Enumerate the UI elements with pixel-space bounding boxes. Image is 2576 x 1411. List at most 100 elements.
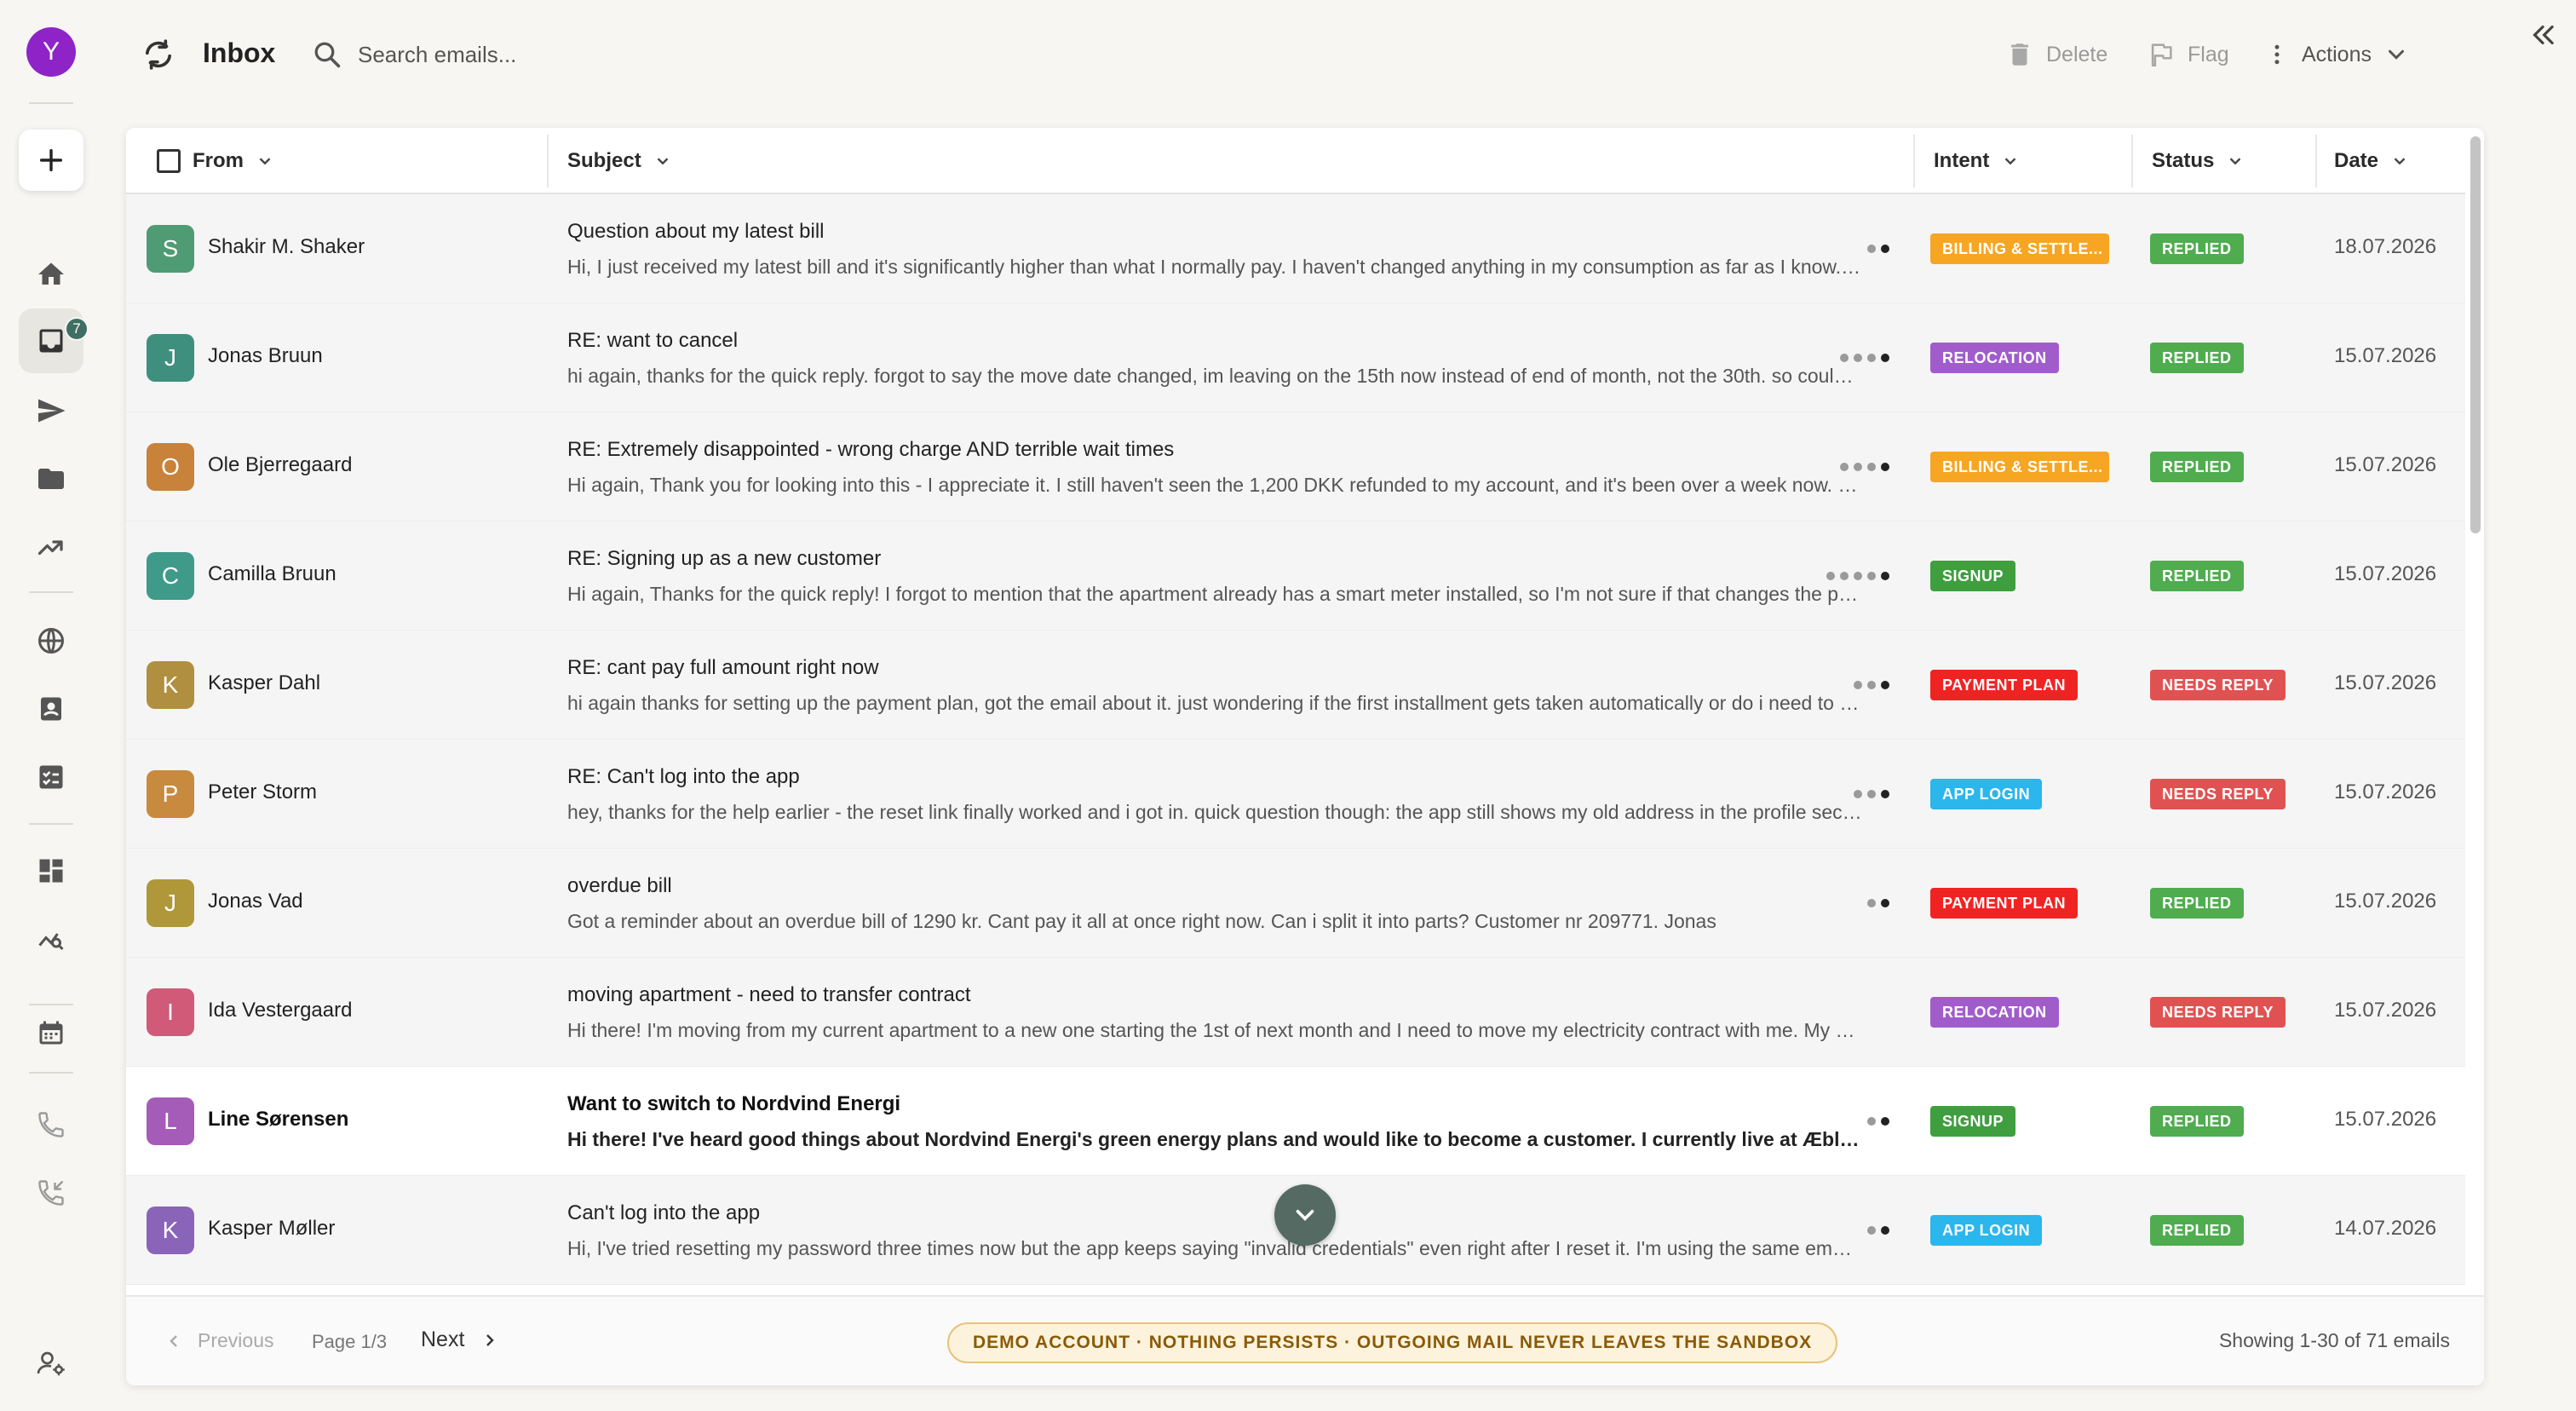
table-header: From Subject Intent Status Date bbox=[126, 128, 2465, 194]
actions-menu-button[interactable]: Actions bbox=[2264, 36, 2409, 73]
email-preview: hi again thanks for setting up the payme… bbox=[567, 692, 1862, 714]
column-date[interactable]: Date bbox=[2334, 128, 2409, 194]
thread-indicator bbox=[1854, 680, 1889, 690]
scroll-down-button[interactable] bbox=[1274, 1184, 1336, 1246]
thread-dot bbox=[1881, 1226, 1889, 1235]
nav-analytics[interactable] bbox=[31, 919, 72, 959]
folder-icon bbox=[38, 469, 64, 489]
email-row[interactable]: L Line Sørensen Want to switch to Nordvind… bbox=[126, 1067, 2465, 1176]
status-badge: REPLIED bbox=[2150, 343, 2244, 373]
column-date-label: Date bbox=[2334, 149, 2379, 172]
intent-tag: RELOCATION bbox=[1930, 997, 2059, 1028]
nav-web[interactable] bbox=[31, 620, 72, 661]
email-date: 15.07.2026 bbox=[2334, 344, 2437, 367]
nav-inbox[interactable]: 7 bbox=[19, 308, 89, 373]
nav-dashboard[interactable] bbox=[31, 850, 72, 891]
thread-dot bbox=[1854, 681, 1862, 689]
column-separator[interactable] bbox=[2131, 135, 2133, 187]
delete-button[interactable]: Delete bbox=[2005, 36, 2107, 73]
task-checklist-icon bbox=[39, 765, 63, 789]
nav-call-log[interactable] bbox=[31, 1172, 72, 1213]
next-page-button[interactable]: Next bbox=[421, 1327, 500, 1352]
thread-dot bbox=[1867, 1226, 1876, 1235]
results-count: Showing 1-30 of 71 emails bbox=[2218, 1329, 2450, 1351]
column-intent[interactable]: Intent bbox=[1934, 128, 2020, 194]
previous-page-button[interactable]: Previous bbox=[164, 1329, 273, 1352]
email-preview: Hi there! I'm moving from my current apa… bbox=[567, 1019, 1862, 1041]
email-preview: Hi again, Thank you for looking into thi… bbox=[567, 474, 1862, 496]
refresh-icon[interactable] bbox=[141, 37, 175, 72]
email-date: 15.07.2026 bbox=[2334, 453, 2437, 476]
globe-icon bbox=[38, 628, 64, 654]
plus-icon bbox=[39, 148, 63, 172]
status-badge: REPLIED bbox=[2150, 561, 2244, 591]
email-row[interactable]: S Shakir M. Shaker Question about my lates… bbox=[126, 194, 2465, 303]
rail-divider bbox=[29, 591, 73, 593]
email-row[interactable]: J Jonas Vad overdue bill Got a reminder abo… bbox=[126, 849, 2465, 958]
chevron-down-icon bbox=[1296, 1209, 1314, 1221]
sender-avatar: O bbox=[147, 443, 194, 491]
nav-sent[interactable] bbox=[31, 390, 72, 431]
thread-dot bbox=[1881, 899, 1889, 907]
thread-indicator bbox=[1867, 898, 1889, 908]
email-date: 15.07.2026 bbox=[2334, 562, 2437, 585]
thread-dot bbox=[1881, 790, 1889, 798]
column-status[interactable]: Status bbox=[2152, 128, 2245, 194]
flag-icon bbox=[2151, 43, 2172, 67]
email-preview: Hi again, Thanks for the quick reply! I … bbox=[567, 583, 1862, 605]
email-preview: Got a reminder about an overdue bill of … bbox=[567, 910, 1716, 932]
email-row[interactable]: K Kasper Dahl RE: cant pay full amount rig… bbox=[126, 631, 2465, 740]
collapse-panel-icon[interactable] bbox=[2527, 19, 2559, 51]
select-all-checkbox[interactable] bbox=[157, 149, 181, 173]
email-row[interactable]: C Camilla Bruun RE: Signing up as a new cu… bbox=[126, 521, 2465, 631]
sender-name: Kasper Møller bbox=[208, 1217, 336, 1240]
email-preview: Hi, I've tried resetting my password thr… bbox=[567, 1237, 1862, 1259]
next-label: Next bbox=[421, 1327, 465, 1351]
nav-calendar[interactable] bbox=[31, 1012, 72, 1053]
email-row[interactable]: J Jonas Bruun RE: want to cancel hi again, … bbox=[126, 303, 2465, 412]
column-separator[interactable] bbox=[1913, 135, 1915, 187]
page-title: Inbox bbox=[203, 37, 276, 68]
sender-avatar: L bbox=[147, 1097, 194, 1145]
email-row[interactable]: O Ole Bjerregaard RE: Extremely disappoint… bbox=[126, 412, 2465, 521]
thread-dot bbox=[1881, 681, 1889, 689]
column-subject[interactable]: Subject bbox=[567, 128, 672, 194]
email-date: 14.07.2026 bbox=[2334, 1217, 2437, 1240]
home-icon bbox=[38, 262, 64, 285]
chevron-down-icon bbox=[2004, 158, 2016, 165]
nav-trends[interactable] bbox=[31, 527, 72, 567]
table-scrollbar[interactable] bbox=[2470, 136, 2481, 533]
thread-dot bbox=[1867, 463, 1876, 471]
status-badge: NEEDS REPLY bbox=[2150, 997, 2286, 1028]
sender-name: Ole Bjerregaard bbox=[208, 453, 353, 476]
thread-dot bbox=[1840, 354, 1849, 362]
compose-button[interactable] bbox=[19, 130, 83, 191]
intent-tag: BILLING & SETTLE... bbox=[1930, 452, 2109, 482]
sender-avatar: I bbox=[147, 988, 194, 1036]
delete-label: Delete bbox=[2046, 42, 2108, 66]
email-row[interactable]: P Peter Storm RE: Can't log into the app he… bbox=[126, 740, 2465, 849]
email-subject: RE: cant pay full amount right now bbox=[567, 656, 879, 679]
nav-tasks[interactable] bbox=[31, 757, 72, 798]
search-input[interactable] bbox=[358, 34, 954, 75]
thread-indicator bbox=[1826, 571, 1889, 581]
user-avatar[interactable]: Y bbox=[26, 27, 76, 77]
thread-dot bbox=[1867, 572, 1876, 580]
nav-contacts[interactable] bbox=[31, 688, 72, 729]
column-from-label: From bbox=[193, 149, 244, 172]
sender-name: Shakir M. Shaker bbox=[208, 235, 365, 258]
calendar-icon bbox=[39, 1021, 63, 1045]
email-row[interactable]: I Ida Vestergaard moving apartment - need … bbox=[126, 958, 2465, 1067]
column-from[interactable]: From bbox=[157, 128, 274, 194]
nav-folders[interactable] bbox=[31, 458, 72, 499]
nav-home[interactable] bbox=[31, 254, 72, 295]
contacts-icon bbox=[41, 697, 61, 721]
flag-button[interactable]: Flag bbox=[2147, 36, 2229, 73]
column-status-label: Status bbox=[2152, 149, 2215, 172]
nav-account-settings[interactable] bbox=[31, 1343, 72, 1384]
nav-calls[interactable] bbox=[31, 1104, 72, 1145]
sender-name: Ida Vestergaard bbox=[208, 999, 353, 1022]
column-separator[interactable] bbox=[2315, 135, 2317, 187]
column-separator[interactable] bbox=[547, 135, 549, 187]
sender-avatar: K bbox=[147, 661, 194, 709]
